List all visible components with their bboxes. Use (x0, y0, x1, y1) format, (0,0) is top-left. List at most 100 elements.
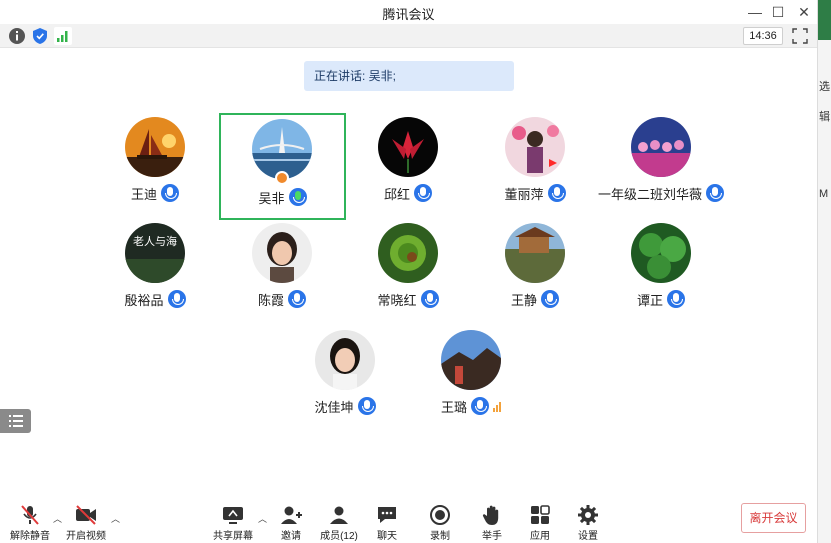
leave-meeting-button[interactable]: 离开会议 (741, 503, 806, 533)
participant-name: 殷裕品 (124, 292, 164, 308)
participant-name: 沈佳坤 (314, 399, 354, 415)
participant-name: 一年级二班刘华薇 (597, 186, 702, 202)
participant-tile[interactable]: 陈霞 (212, 219, 352, 319)
participant-name-row: 殷裕品 (85, 289, 225, 309)
background-text: 选 (819, 81, 830, 93)
share-screen-button[interactable]: 共享屏幕 (203, 500, 263, 542)
members-icon (330, 506, 348, 524)
participant-name-row: 陈霞 (212, 289, 352, 309)
share-screen-icon (223, 507, 243, 524)
fullscreen-icon[interactable] (792, 28, 808, 44)
record-button[interactable]: 录制 (410, 500, 470, 542)
microphone-icon (414, 184, 432, 202)
share-screen-label: 共享屏幕 (213, 531, 253, 542)
microphone-speaking-icon (288, 188, 307, 206)
participant-tile[interactable]: 王迪 (85, 113, 225, 213)
participant-name-row: 一年级二班刘华薇 (591, 183, 731, 203)
window-title: 腾讯会议 (382, 7, 435, 22)
avatar (505, 223, 565, 283)
participant-name-row: 邱红 (338, 183, 478, 203)
avatar (125, 117, 185, 177)
participant-name: 王静 (510, 292, 537, 308)
participant-name: 王璐 (440, 399, 467, 415)
unmute-label: 解除静音 (10, 531, 50, 542)
settings-button[interactable]: 设置 (558, 500, 618, 542)
participant-tile[interactable]: 常晓红 (338, 219, 478, 319)
shield-icon[interactable] (31, 27, 49, 45)
record-label: 录制 (430, 531, 450, 542)
participant-name: 董丽萍 (504, 186, 544, 202)
start-video-button[interactable]: 开启视频 (56, 500, 116, 542)
participant-name: 吴非 (258, 190, 285, 206)
avatar-caption: 老人与海 (133, 234, 177, 248)
microphone-icon (420, 290, 439, 308)
apps-grid-icon (531, 505, 550, 524)
avatar (252, 223, 312, 283)
participant-name-row: 谭正 (591, 289, 731, 309)
chat-icon (378, 507, 396, 523)
avatar: 老人与海 (125, 223, 185, 283)
avatar (378, 117, 438, 177)
host-badge-icon (275, 171, 289, 185)
participant-tile[interactable]: 谭正 (591, 219, 731, 319)
participant-tile-active-speaker[interactable]: 吴非 (219, 113, 346, 220)
participant-name-row: 沈佳坤 (275, 396, 415, 416)
participant-tile[interactable]: 邱红 (338, 113, 478, 213)
participant-name: 谭正 (636, 292, 663, 308)
participant-tile[interactable]: 一年级二班刘华薇 (591, 113, 731, 213)
participant-name-row: 常晓红 (338, 289, 478, 309)
speaking-banner: 正在讲话: 吴非; (304, 61, 514, 91)
participant-tile[interactable]: 王静 (465, 219, 605, 319)
microphone-icon (541, 290, 559, 308)
status-bar: 14:36 (0, 24, 817, 48)
avatar (252, 119, 312, 179)
microphone-icon (471, 397, 489, 415)
microphone-icon (706, 184, 724, 202)
avatar (505, 117, 565, 177)
microphone-muted-icon (21, 505, 39, 525)
participant-name: 陈霞 (257, 292, 284, 308)
participant-name-row: 王迪 (85, 183, 225, 203)
maximize-button[interactable]: ☐ (768, 2, 788, 22)
network-signal-icon (493, 400, 501, 412)
microphone-icon (161, 184, 179, 202)
participant-name-row: 王静 (465, 289, 605, 309)
microphone-icon (167, 290, 186, 308)
participant-name: 王迪 (130, 186, 157, 202)
title-bar: 腾讯会议 — ☐ ✕ (0, 0, 817, 24)
side-panel-toggle[interactable] (0, 409, 31, 433)
add-user-icon (281, 506, 302, 524)
participant-name: 邱红 (383, 186, 410, 202)
participant-name-row: 吴非 (221, 187, 344, 207)
background-text: 辑 (819, 111, 830, 123)
participant-name-row: 王璐 (401, 396, 541, 416)
participant-name-row: 董丽萍 (465, 183, 605, 203)
chat-label: 聊天 (377, 531, 397, 542)
hand-icon (482, 505, 499, 525)
chat-button[interactable]: 聊天 (357, 500, 417, 542)
participant-tile[interactable]: 王璐 (401, 326, 541, 426)
background-header-block (818, 0, 831, 40)
microphone-icon (357, 397, 376, 415)
signal-bars-icon[interactable] (54, 27, 72, 45)
avatar (315, 330, 375, 390)
avatar (631, 117, 691, 177)
list-icon (9, 415, 23, 427)
minimize-button[interactable]: — (745, 2, 765, 22)
unmute-button[interactable]: 解除静音 (0, 500, 60, 542)
participant-tile[interactable]: 老人与海 殷裕品 (85, 219, 225, 319)
participant-name: 常晓红 (377, 292, 417, 308)
start-video-label: 开启视频 (66, 531, 106, 542)
microphone-icon (667, 290, 685, 308)
participant-tile[interactable]: 沈佳坤 (275, 326, 415, 426)
close-button[interactable]: ✕ (794, 2, 814, 22)
avatar (378, 223, 438, 283)
participant-tile[interactable]: 董丽萍 (465, 113, 605, 213)
info-icon[interactable] (8, 27, 26, 45)
background-window-strip: 选 辑 M (817, 0, 831, 543)
chevron-up-icon[interactable]: ︿ (111, 512, 121, 524)
avatar (441, 330, 501, 390)
camera-off-icon (76, 505, 96, 525)
record-icon (430, 505, 450, 525)
microphone-icon (547, 184, 566, 202)
